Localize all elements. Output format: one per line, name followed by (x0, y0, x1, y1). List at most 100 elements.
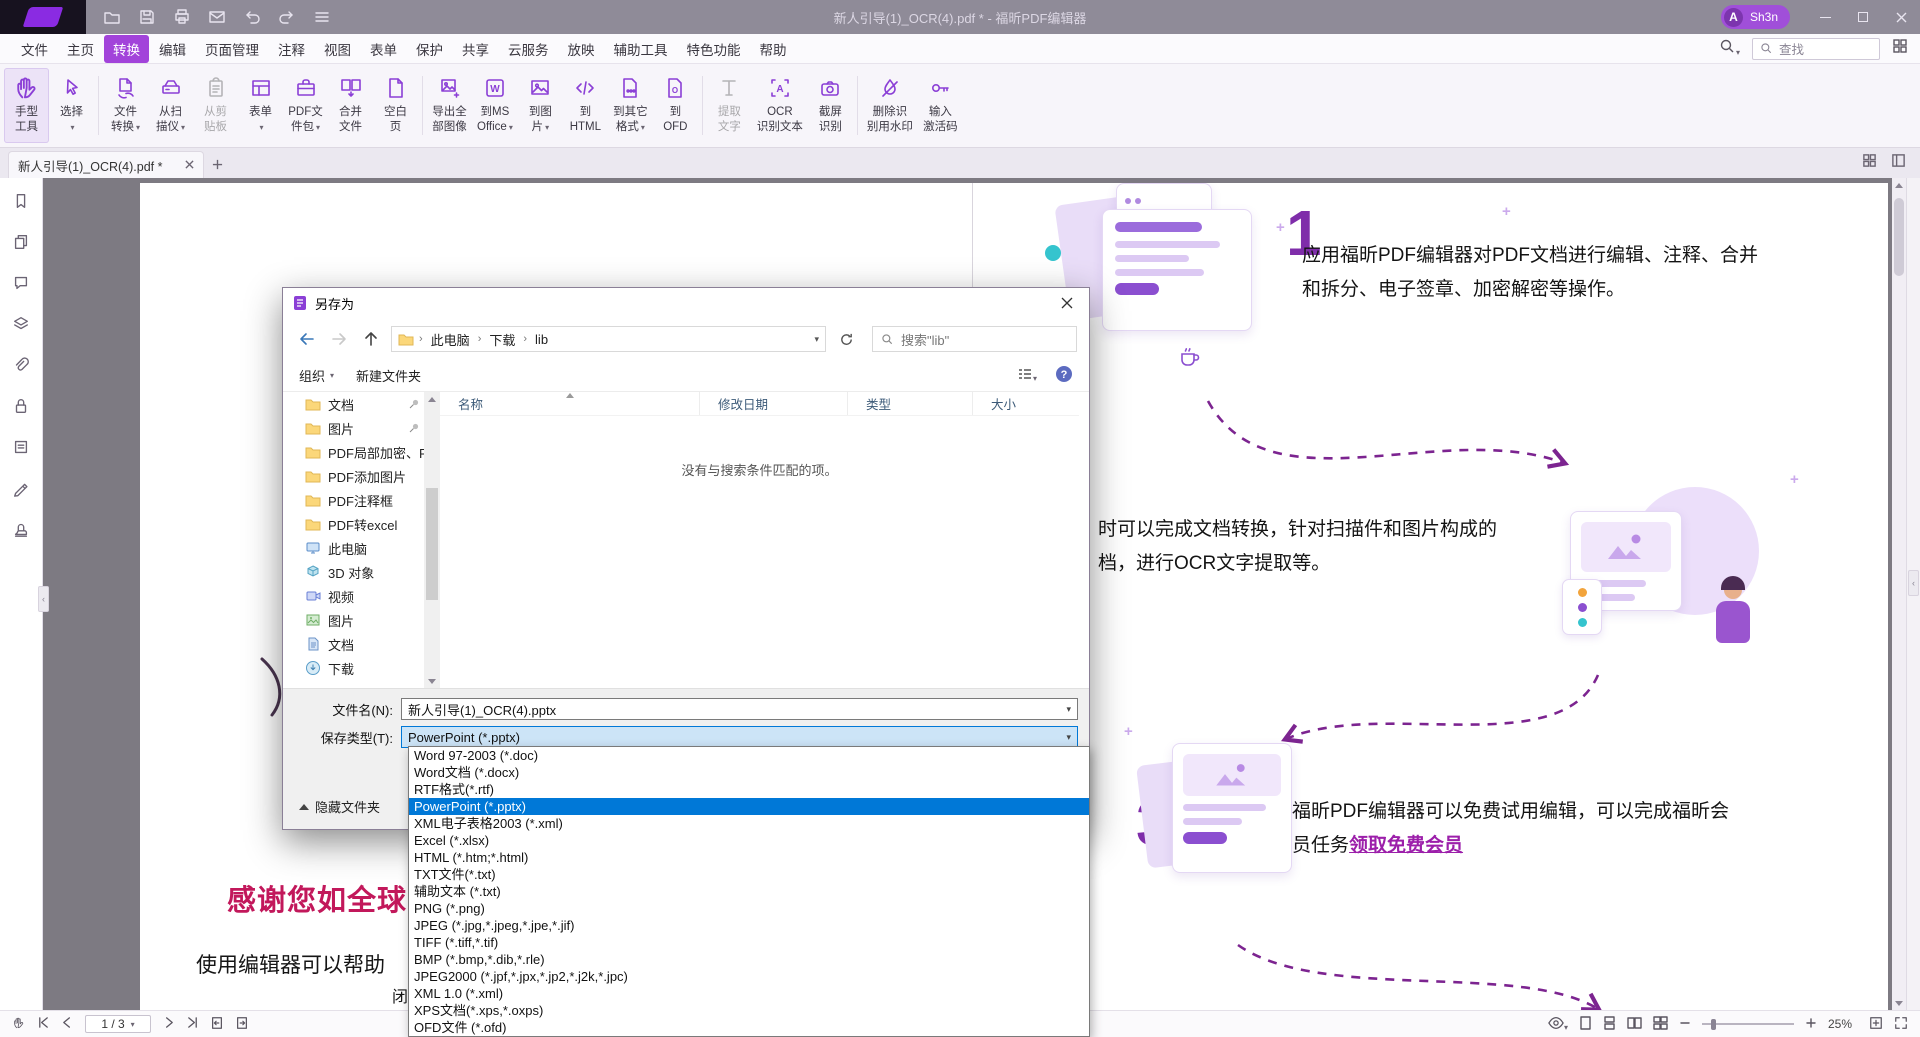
fit-page-icon[interactable] (1869, 1016, 1883, 1033)
column-size[interactable]: 大小 (973, 392, 1079, 415)
menu-tab-organize[interactable]: 页面管理 (196, 35, 268, 63)
prev-page-icon[interactable] (61, 1016, 74, 1032)
tree-item-folder[interactable]: PDF注释框 (283, 488, 424, 512)
tree-item-folder[interactable]: PDF转excel (283, 512, 424, 536)
view-mode-icon[interactable]: ▾ (1548, 1016, 1568, 1033)
menu-tab-home[interactable]: 主页 (58, 35, 103, 63)
file-name-input[interactable]: 新人引导(1)_OCR(4).pptx ▾ (401, 698, 1078, 720)
up-icon[interactable] (359, 327, 383, 351)
bookmark-icon[interactable] (8, 188, 34, 214)
comments-icon[interactable] (8, 270, 34, 296)
menu-tab-edit[interactable]: 编辑 (150, 35, 195, 63)
breadcrumb-lib[interactable]: lib (532, 330, 551, 349)
attachments-icon[interactable] (8, 352, 34, 378)
combo-caret-icon[interactable]: ▾ (1066, 732, 1071, 743)
ribbon-tool-form[interactable]: 表单▾ (238, 68, 283, 143)
open-file-icon[interactable] (102, 7, 122, 27)
close-button[interactable] (1882, 0, 1920, 34)
menu-tab-accessibility[interactable]: 辅助工具 (605, 35, 677, 63)
ribbon-tool-combine-files[interactable]: 合并文件 (328, 68, 373, 143)
type-option[interactable]: XPS文档(*.xps,*.oxps) (409, 1002, 1089, 1019)
type-option[interactable]: 辅助文本 (*.txt) (409, 883, 1089, 900)
page-number-box[interactable]: 1 / 3 ▾ (85, 1015, 151, 1033)
tree-item-videos[interactable]: 视频 (283, 584, 424, 608)
menu-tab-form[interactable]: 表单 (361, 35, 406, 63)
ribbon-tool-to-html[interactable]: 到HTML (563, 68, 608, 143)
type-option[interactable]: JPEG (*.jpg,*.jpeg,*.jpe,*.jif) (409, 917, 1089, 934)
undo-icon[interactable] (242, 7, 262, 27)
right-panel-collapse-handle[interactable]: ‹ (1908, 570, 1919, 596)
zoom-slider[interactable] (1702, 1017, 1794, 1031)
tree-scrollbar[interactable] (424, 392, 440, 688)
mail-icon[interactable] (207, 7, 227, 27)
next-view-icon[interactable] (235, 1016, 249, 1033)
type-option[interactable]: XML 1.0 (*.xml) (409, 985, 1089, 1002)
scrollbar-thumb[interactable] (426, 488, 438, 600)
ribbon-tool-hand[interactable]: 手型工具 (4, 68, 49, 143)
print-icon[interactable] (172, 7, 192, 27)
previous-view-icon[interactable] (210, 1016, 224, 1033)
organize-button[interactable]: 组织▾ (299, 366, 334, 385)
type-option[interactable]: JPEG2000 (*.jpf,*.jpx,*.jp2,*.j2k,*.jpc) (409, 968, 1089, 985)
type-option[interactable]: PNG (*.png) (409, 900, 1089, 917)
continuous-page-icon[interactable] (1603, 1016, 1616, 1033)
tree-item-3d-objects[interactable]: 3D 对象 (283, 560, 424, 584)
new-tab-button[interactable] (204, 151, 230, 178)
facing-continuous-icon[interactable] (1653, 1016, 1668, 1033)
type-option[interactable]: TXT文件(*.txt) (409, 866, 1089, 883)
menu-tab-comment[interactable]: 注释 (269, 35, 314, 63)
security-icon[interactable] (8, 393, 34, 419)
page-thumbnails-icon[interactable] (8, 229, 34, 255)
single-page-icon[interactable] (1579, 1016, 1592, 1033)
document-tab[interactable]: 新人引导(1)_OCR(4).pdf * (8, 151, 204, 178)
ribbon-tool-ocr-text[interactable]: A OCR识别文本 (752, 68, 808, 143)
ribbon-tool-pdf-portfolio[interactable]: PDF文件包▾ (283, 68, 328, 143)
ribbon-tool-file-convert[interactable]: 文件转换▾ (103, 68, 148, 143)
tab-close-icon[interactable] (185, 158, 194, 172)
scroll-down-icon[interactable] (424, 674, 440, 688)
dialog-titlebar[interactable]: 另存为 (283, 288, 1089, 318)
ribbon-tool-to-other-formats[interactable]: 到其它格式▾ (608, 68, 653, 143)
back-icon[interactable] (295, 327, 319, 351)
type-option[interactable]: TIFF (*.tiff,*.tif) (409, 934, 1089, 951)
signature-icon[interactable] (8, 475, 34, 501)
address-bar[interactable]: › 此电脑 › 下载 › lib ▾ (391, 326, 826, 352)
menu-tab-convert[interactable]: 转换 (104, 35, 149, 63)
zoom-level[interactable]: 25% (1828, 1017, 1858, 1031)
minimize-button[interactable] (1806, 0, 1844, 34)
combo-caret-icon[interactable]: ▾ (1066, 704, 1071, 715)
left-panel-collapse-handle[interactable]: ‹ (38, 586, 49, 612)
save-type-combobox[interactable]: PowerPoint (*.pptx) ▾ (401, 726, 1078, 748)
column-date-modified[interactable]: 修改日期 (700, 392, 848, 415)
dialog-search-input[interactable]: 搜索"lib" (872, 326, 1077, 352)
refresh-icon[interactable] (834, 327, 858, 351)
toolbar-grid-icon[interactable] (1892, 38, 1908, 59)
zoom-search-dropdown[interactable]: ▾ (1719, 38, 1740, 60)
claim-free-membership-link[interactable]: 领取免费会员 (1349, 835, 1463, 856)
find-input[interactable]: 查找 (1752, 38, 1880, 60)
fullscreen-icon[interactable] (1894, 1016, 1908, 1033)
type-option[interactable]: Word文档 (*.docx) (409, 764, 1089, 781)
account-button[interactable]: A Sh3n (1721, 5, 1790, 29)
tree-item-this-pc[interactable]: 此电脑 (283, 536, 424, 560)
column-type[interactable]: 类型 (848, 392, 973, 415)
breadcrumb-downloads[interactable]: 下载 (486, 328, 518, 351)
address-dropdown-icon[interactable]: ▾ (814, 334, 819, 345)
type-option[interactable]: XML电子表格2003 (*.xml) (409, 815, 1089, 832)
menu-tab-file[interactable]: 文件 (12, 35, 57, 63)
vertical-scrollbar[interactable] (1892, 178, 1906, 1010)
scroll-down-icon[interactable] (1892, 996, 1906, 1010)
menu-tab-present[interactable]: 放映 (559, 35, 604, 63)
ribbon-tool-export-all-images[interactable]: 导出全部图像 (427, 68, 472, 143)
dialog-close-button[interactable] (1044, 288, 1089, 318)
scrollbar-thumb[interactable] (1894, 198, 1904, 276)
redo-icon[interactable] (277, 7, 297, 27)
quick-access-menu-icon[interactable] (312, 7, 332, 27)
tree-item-documents[interactable]: 文档 (283, 632, 424, 656)
scroll-up-icon[interactable] (1892, 178, 1906, 192)
ribbon-tool-select[interactable]: 选择▾ (49, 68, 94, 143)
breadcrumb-this-pc[interactable]: 此电脑 (428, 328, 473, 351)
ribbon-tool-to-image[interactable]: 到图片▾ (518, 68, 563, 143)
ribbon-tool-to-ms-office[interactable]: W 到MSOffice▾ (472, 68, 518, 143)
ribbon-tool-blank-page[interactable]: 空白页 (373, 68, 418, 143)
